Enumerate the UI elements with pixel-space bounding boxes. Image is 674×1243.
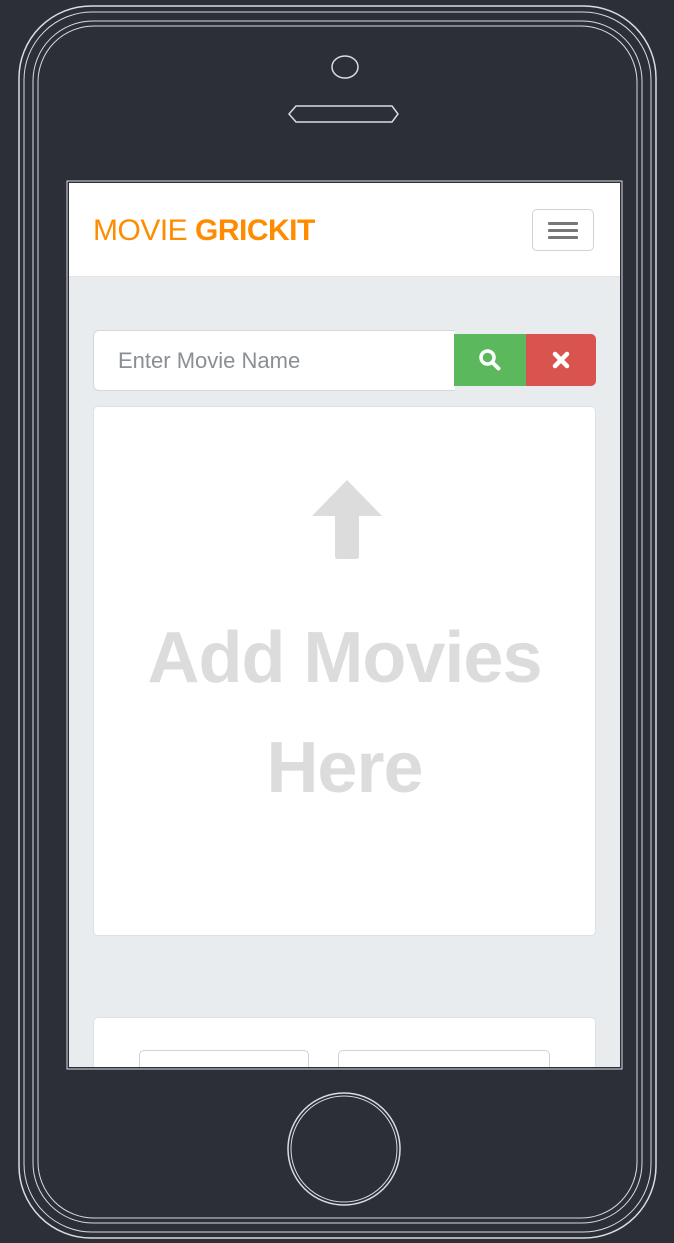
add-movies-line1: Add Movies	[147, 618, 542, 698]
add-movies-dropzone[interactable]: Add Movies Here	[93, 406, 596, 936]
stage: MOVIE GRICKIT Enter Movie Name Add Movie…	[0, 0, 674, 1243]
brand-text-grickit: GRICKIT	[195, 214, 315, 247]
search-button[interactable]	[454, 334, 526, 386]
front-camera-icon	[331, 55, 359, 79]
home-button-icon	[287, 1092, 401, 1206]
bottom-card-box-left[interactable]	[139, 1050, 309, 1067]
search-icon	[479, 349, 501, 371]
bottom-card	[93, 1017, 596, 1067]
phone-screen: MOVIE GRICKIT Enter Movie Name Add Movie…	[69, 183, 620, 1067]
bottom-card-box-right[interactable]	[338, 1050, 550, 1067]
navbar: MOVIE GRICKIT	[69, 183, 620, 277]
brand-logo[interactable]: MOVIE GRICKIT	[93, 214, 315, 248]
speaker-grille-icon	[288, 105, 399, 123]
add-movies-text: Add Movies Here	[94, 603, 595, 823]
add-movies-line2: Here	[266, 728, 423, 808]
clear-button[interactable]	[526, 334, 596, 386]
menu-toggle-button[interactable]	[532, 209, 594, 251]
search-bar	[93, 330, 596, 391]
movie-search-input[interactable]	[93, 330, 455, 391]
close-icon	[552, 351, 570, 369]
arrow-up-icon	[312, 480, 382, 559]
brand-text-movie: MOVIE	[93, 214, 196, 247]
